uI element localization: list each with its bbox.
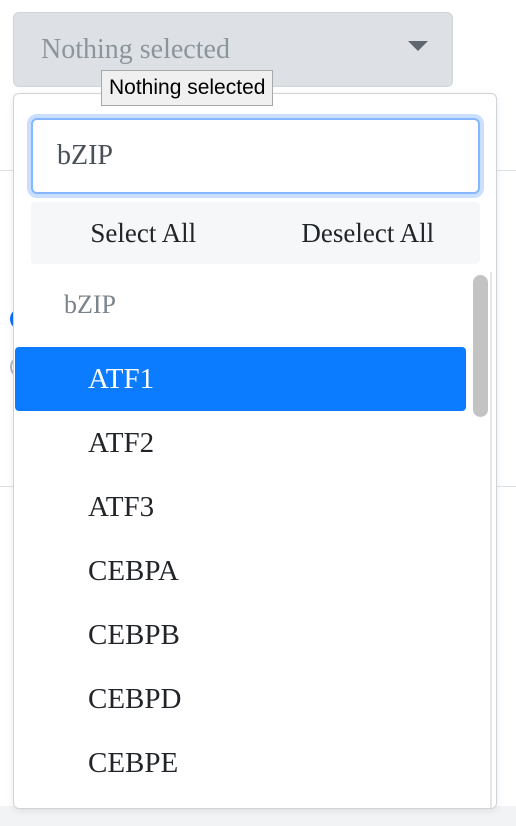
option-item[interactable]: ATF3 (15, 475, 466, 539)
select-placeholder: Nothing selected (41, 33, 230, 65)
options-list: bZIP ATF1 ATF2 ATF3 CEBPA CEBPB CEBPD CE… (14, 270, 468, 808)
option-item[interactable]: CEBPD (15, 667, 466, 731)
search-box (31, 118, 480, 194)
dropdown-menu: Select All Deselect All bZIP ATF1 ATF2 A… (13, 93, 497, 809)
caret-down-icon (408, 41, 428, 51)
option-item[interactable]: CEBPB (15, 603, 466, 667)
page: Nothing selected Select All Deselect All… (0, 0, 516, 826)
option-item[interactable]: CEBPA (15, 539, 466, 603)
scrollbar-thumb[interactable] (473, 275, 488, 417)
background-strip (0, 806, 516, 826)
search-input[interactable] (31, 118, 480, 194)
select-all-button[interactable]: Select All (31, 202, 256, 264)
option-group-header: bZIP (64, 290, 116, 319)
bulk-actions: Select All Deselect All (31, 202, 480, 264)
option-item[interactable]: ATF2 (15, 411, 466, 475)
deselect-all-button[interactable]: Deselect All (256, 202, 481, 264)
tooltip: Nothing selected (101, 70, 274, 106)
option-item[interactable]: CEBPE (15, 731, 466, 795)
scrollbar[interactable] (470, 272, 490, 808)
option-item[interactable]: ATF1 (15, 347, 466, 411)
scroll-edge (490, 272, 492, 808)
